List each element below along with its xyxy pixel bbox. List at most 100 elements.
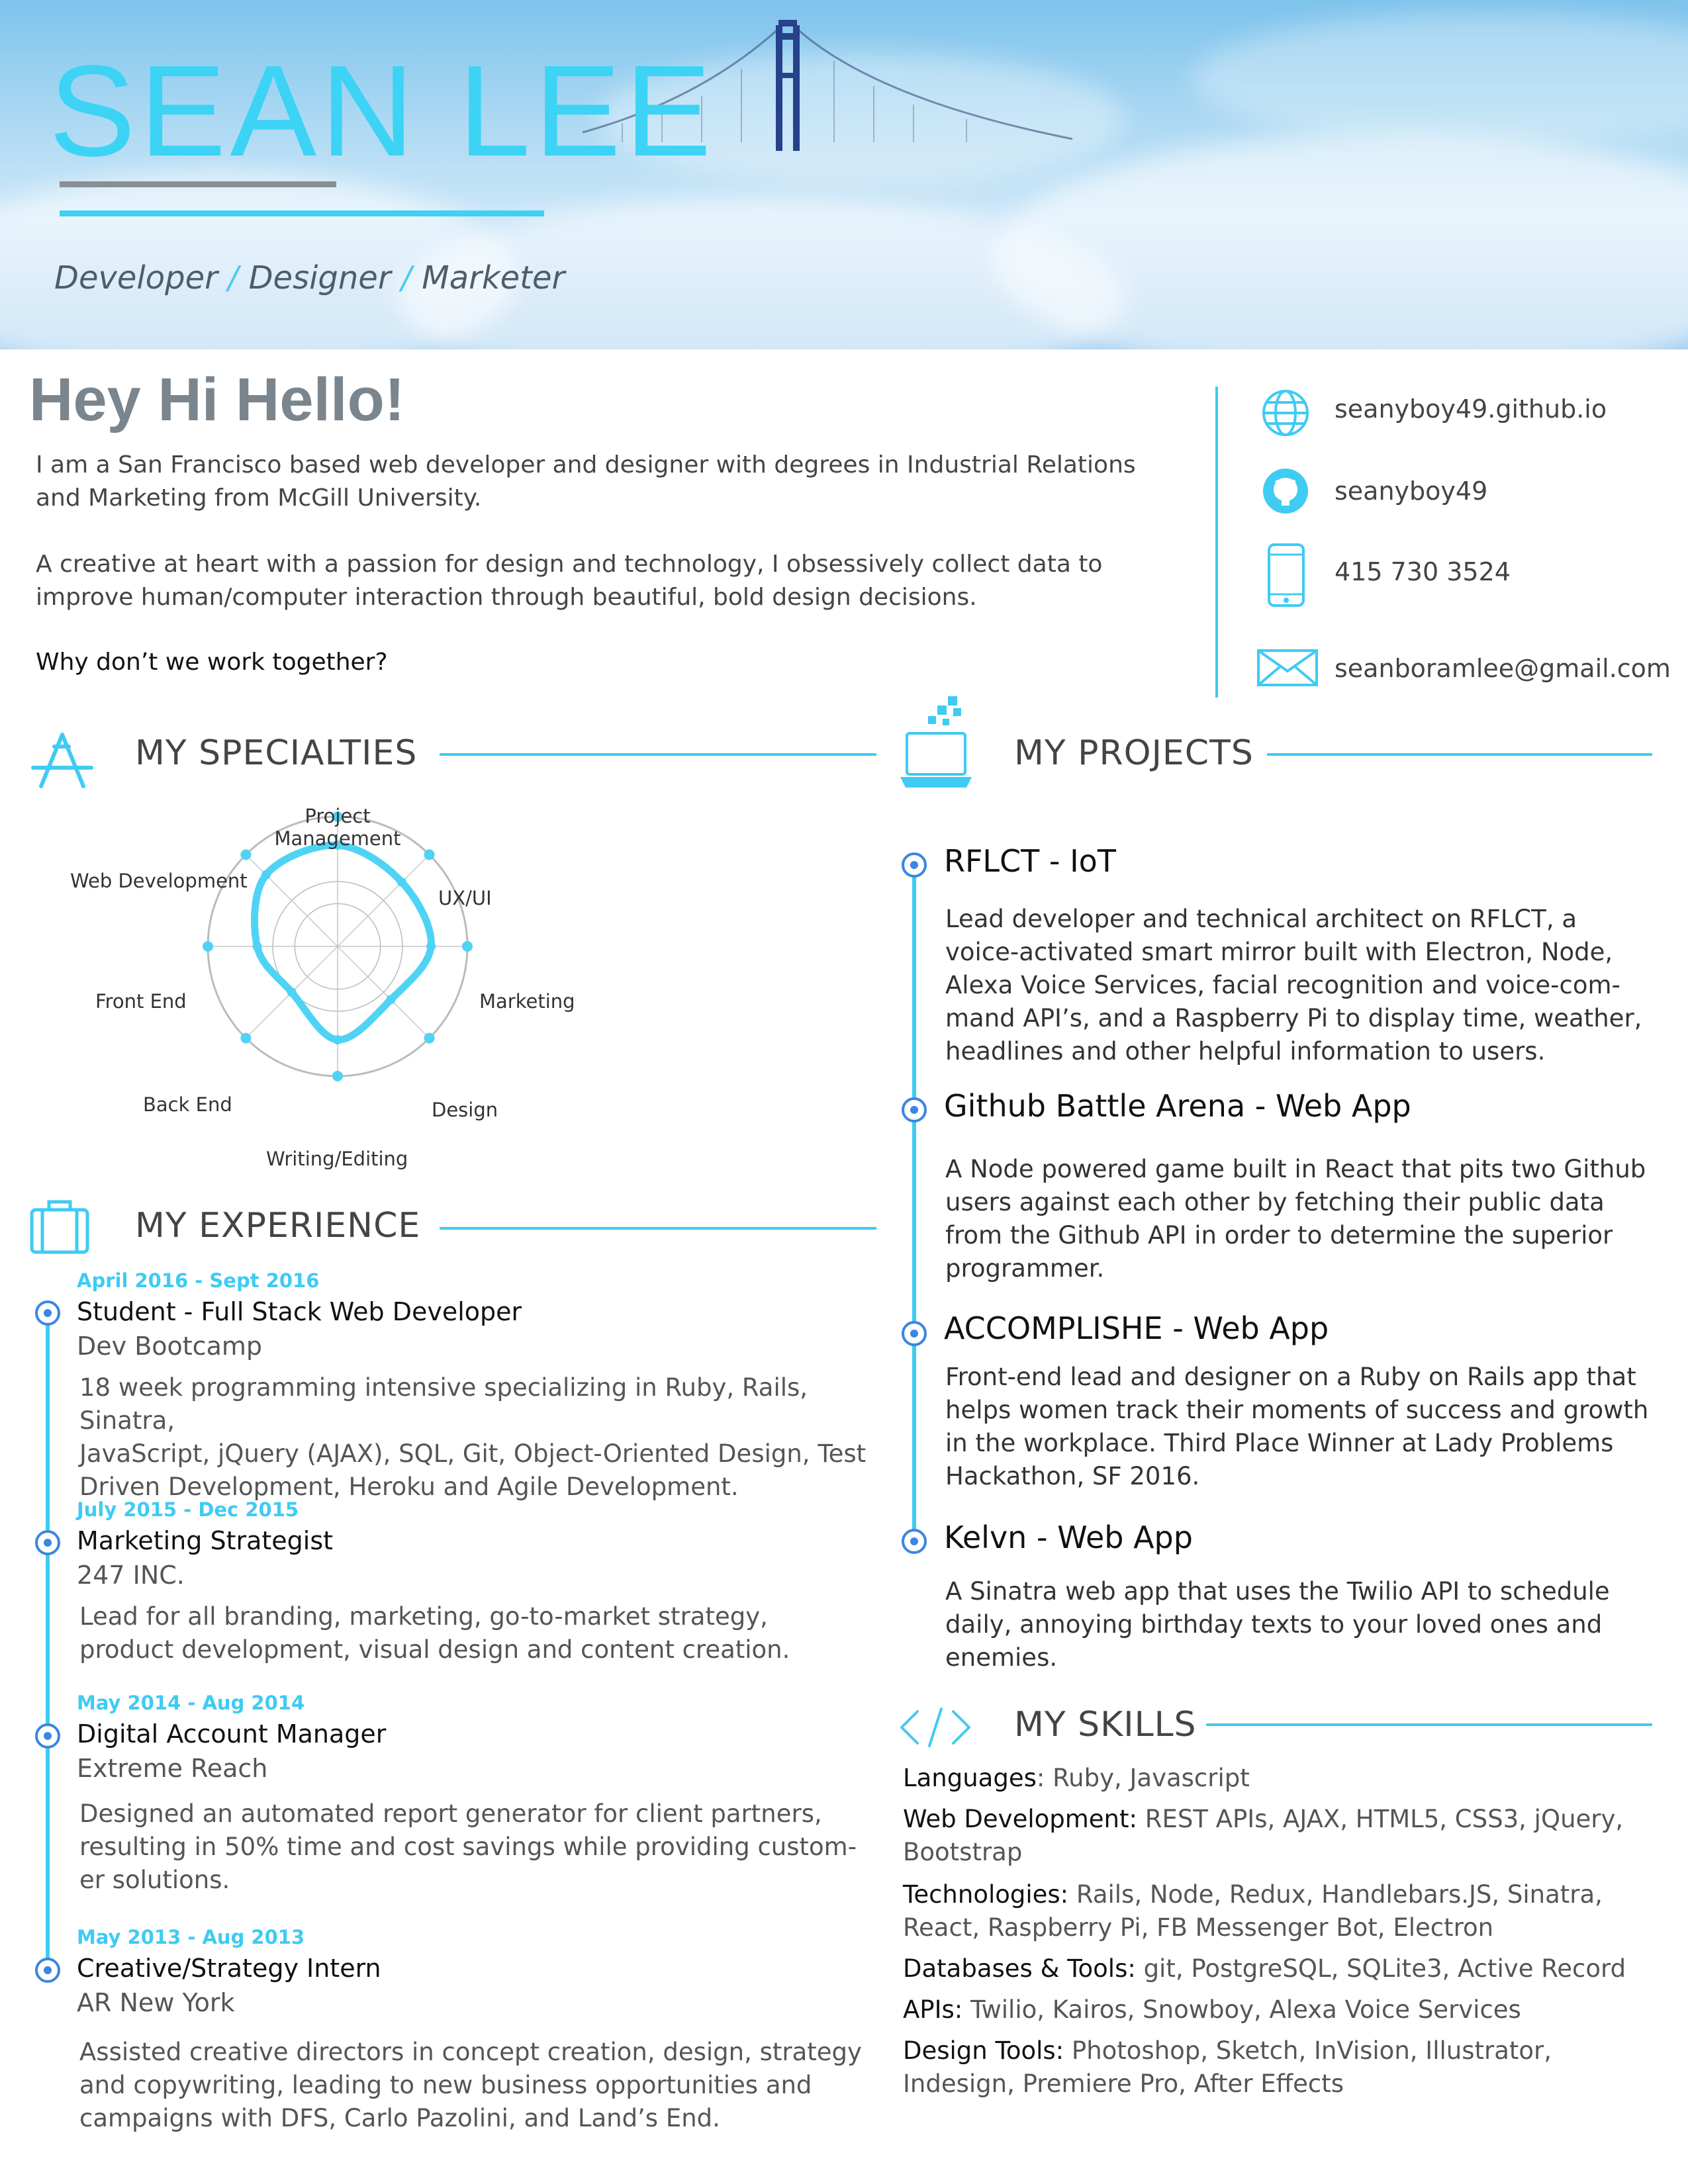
skill-value: Bootstrap	[903, 1838, 1023, 1866]
desc-line: in the workplace. Third Place Winner at …	[945, 1429, 1614, 1457]
skill-label: Technologies:	[903, 1880, 1069, 1909]
timeline-bullet	[902, 1321, 927, 1346]
timeline-bullet	[35, 1723, 60, 1749]
radar-axis-marker	[240, 849, 252, 860]
project-desc: A Sinatra web app that uses the Twilio A…	[945, 1575, 1654, 1674]
experience-date: April 2016 - Sept 2016	[77, 1269, 320, 1292]
skill-value: Indesign, Premiere Pro, After Effects	[903, 2070, 1344, 2098]
experience-title: Marketing Strategist	[77, 1526, 334, 1555]
experience-title: Creative/Strategy Intern	[77, 1954, 381, 1983]
phone-icon	[1268, 543, 1305, 607]
radar-data-point	[386, 995, 396, 1005]
radar-axis-marker	[424, 849, 435, 860]
radar-label-webdev: Web Development	[70, 870, 248, 892]
desc-line: from the Github API in order to determin…	[945, 1221, 1613, 1250]
contact-website[interactable]: seanyboy49.github.io	[1335, 394, 1607, 424]
desc-line: A Node powered game built in React that …	[945, 1155, 1646, 1183]
radar-data-point	[397, 877, 407, 887]
skill-databases: Databases & Tools: git, PostgreSQL, SQLi…	[903, 1952, 1651, 1985]
desc-line: Front-end lead and designer on a Ruby on…	[945, 1363, 1636, 1391]
skill-apis: APIs: Twilio, Kairos, Snowboy, Alexa Voi…	[903, 1993, 1651, 2026]
name-divider-blue	[60, 210, 544, 216]
project-title: Github Battle Arena - Web App	[944, 1088, 1411, 1124]
experience-org: 247 INC.	[77, 1561, 185, 1590]
skill-label: Web Development:	[903, 1805, 1137, 1833]
skill-label: Databases & Tools:	[903, 1954, 1136, 1983]
timeline-bullet	[902, 1529, 927, 1554]
experience-desc: 18 week programming intensive specializi…	[79, 1371, 900, 1504]
radar-label-writing: Writing/Editing	[266, 1148, 408, 1170]
skill-label: Languages	[903, 1764, 1037, 1792]
experience-date: July 2015 - Dec 2015	[77, 1498, 299, 1521]
section-rule	[440, 753, 876, 756]
contact-email[interactable]: seanboramlee@gmail.com	[1335, 654, 1671, 683]
skill-value: Twilio, Kairos, Snowboy, Alexa Voice Ser…	[962, 1995, 1521, 2024]
skill-webdev: Web Development: REST APIs, AJAX, HTML5,…	[903, 1803, 1651, 1869]
tagline-separator: /	[400, 259, 412, 296]
skill-value: git, PostgreSQL, SQLite3, Active Record	[1135, 1954, 1626, 1983]
desc-line: enemies.	[945, 1643, 1058, 1672]
radar-axis-marker	[332, 1071, 343, 1081]
radar-data-point	[426, 942, 436, 951]
experience-title: Digital Account Manager	[77, 1719, 387, 1749]
tagline-separator: /	[228, 259, 239, 296]
skill-value: REST APIs, AJAX, HTML5, CSS3, jQuery,	[1137, 1805, 1624, 1833]
experience-org: Extreme Reach	[77, 1754, 268, 1783]
project-desc: Front-end lead and designer on a Ruby on…	[945, 1361, 1654, 1493]
desc-line: Lead for all branding, marketing, go-to-…	[79, 1602, 768, 1631]
desc-line: mand API’s, and a Raspberry Pi to displa…	[945, 1004, 1642, 1032]
section-rule	[440, 1227, 876, 1230]
desc-line: Designed an automated report generator f…	[79, 1799, 822, 1828]
envelope-icon	[1257, 649, 1318, 686]
desc-line: er solutions.	[79, 1866, 230, 1894]
timeline-bullet	[902, 1097, 927, 1122]
name-divider-grey	[60, 181, 336, 187]
skill-technologies: Technologies: Rails, Node, Redux, Handle…	[903, 1878, 1651, 1944]
call-to-action: Why don’t we work together?	[36, 649, 388, 676]
radar-label-frontend: Front End	[95, 990, 187, 1013]
skill-value: : Ruby, Javascript	[1036, 1764, 1250, 1792]
desc-line: JavaScript, jQuery (AJAX), SQL, Git, Obj…	[79, 1439, 867, 1468]
radar-label-line: Project	[305, 805, 371, 827]
tagline-role: Marketer	[422, 259, 565, 296]
intro-heading: Hey Hi Hello!	[29, 366, 405, 433]
radar-data-point	[261, 870, 271, 880]
contact-divider	[1215, 387, 1218, 698]
desc-line: Lead developer and technical architect o…	[945, 905, 1577, 933]
desc-line: users against each other by fetching the…	[945, 1188, 1605, 1216]
skill-value: Rails, Node, Redux, Handlebars.JS, Sinat…	[1068, 1880, 1603, 1909]
experience-date: May 2013 - Aug 2013	[77, 1926, 305, 1948]
intro-paragraph: A creative at heart with a passion for d…	[36, 548, 1161, 614]
project-title: ACCOMPLISHE - Web App	[944, 1310, 1329, 1346]
section-title-experience: MY EXPERIENCE	[135, 1206, 421, 1246]
section-title-specialties: MY SPECIALTIES	[135, 733, 418, 773]
desc-line: helps women track their moments of succe…	[945, 1396, 1649, 1424]
desc-line: product development, visual design and c…	[79, 1635, 790, 1664]
tagline-role: Developer	[54, 259, 218, 296]
desc-line: and copywriting, leading to new business…	[79, 2071, 812, 2099]
project-title: RFLCT - IoT	[944, 843, 1116, 879]
desc-line: programmer.	[945, 1254, 1105, 1283]
desc-line: headlines and other helpful information …	[945, 1037, 1546, 1066]
skill-value: React, Raspberry Pi, FB Messenger Bot, E…	[903, 1913, 1494, 1942]
laptop-icon	[900, 696, 972, 788]
desc-line: voice-activated smart mirror built with …	[945, 938, 1613, 966]
radar-data-point	[252, 942, 262, 951]
projects-timeline	[912, 863, 916, 1542]
experience-desc: Lead for all branding, marketing, go-to-…	[79, 1600, 900, 1666]
tagline: Developer / Designer / Marketer	[54, 259, 565, 296]
section-rule	[1267, 753, 1652, 756]
experience-desc: Designed an automated report generator f…	[79, 1797, 900, 1897]
section-rule	[1206, 1723, 1652, 1726]
contact-phone[interactable]: 415 730 3524	[1335, 557, 1511, 586]
desc-line: Hackathon, SF 2016.	[945, 1462, 1200, 1490]
contact-github[interactable]: seanyboy49	[1335, 477, 1487, 506]
section-title-projects: MY PROJECTS	[1014, 733, 1254, 773]
desc-line: 18 week programming intensive specializi…	[79, 1373, 808, 1435]
app-store-icon	[31, 733, 93, 788]
timeline-bullet	[35, 1300, 60, 1326]
resume-name: SEAN LEE	[49, 38, 716, 183]
experience-org: Dev Bootcamp	[77, 1332, 262, 1361]
section-title-skills: MY SKILLS	[1014, 1705, 1197, 1745]
project-desc: A Node powered game built in React that …	[945, 1153, 1654, 1285]
